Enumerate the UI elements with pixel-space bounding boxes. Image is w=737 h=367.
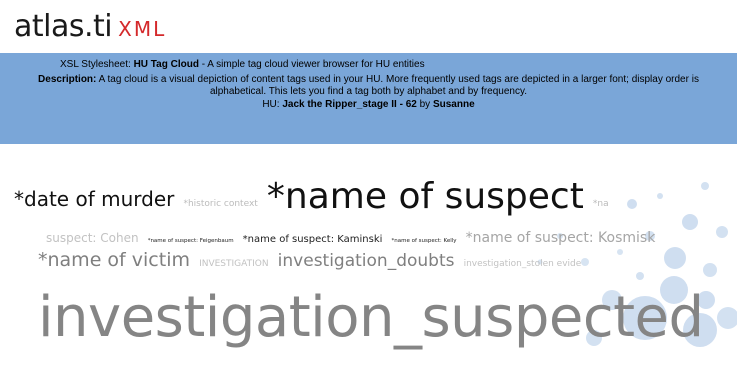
hu-line: HU: Jack the Ripper_stage II - 62 by Sus… xyxy=(0,99,737,112)
description-text: A tag cloud is a visual depiction of con… xyxy=(96,73,699,98)
hu-name: Jack the Ripper_stage II - 62 xyxy=(282,98,417,110)
bubble xyxy=(682,214,698,230)
xsl-stylesheet-line: XSL Stylesheet: HU Tag Cloud - A simple … xyxy=(0,59,737,72)
tag-suspect-cohen[interactable]: suspect: Cohen xyxy=(46,231,139,245)
bubble xyxy=(664,247,686,269)
bubble xyxy=(657,193,663,199)
tag-name-truncated[interactable]: *na xyxy=(593,199,609,209)
tag-suspect-feigenbaum[interactable]: *name of suspect: Feigenbaum xyxy=(148,238,234,244)
tag-cloud-line-1: *date of murder *historic context *name … xyxy=(14,174,613,217)
description-label: Description: xyxy=(38,73,97,85)
xsl-suffix: - A simple tag cloud viewer browser for … xyxy=(198,59,425,70)
tag-cloud-line-4: investigation_suspected xyxy=(38,285,708,350)
tag-name-of-victim[interactable]: *name of victim xyxy=(38,249,190,271)
bubble xyxy=(636,272,644,280)
tag-investigation-doubts[interactable]: investigation_doubts xyxy=(278,251,455,271)
bubble xyxy=(703,263,717,277)
atlasti-logo: atlas.ti XML xyxy=(14,12,166,46)
xsl-name: HU Tag Cloud xyxy=(133,59,199,70)
hu-prefix: HU: xyxy=(262,98,283,110)
header-banner: XSL Stylesheet: HU Tag Cloud - A simple … xyxy=(0,53,737,144)
tag-investigation-stolen-evidence[interactable]: investigation_stolen evide xyxy=(464,259,582,269)
tag-investigation[interactable]: INVESTIGATION xyxy=(199,259,269,269)
xsl-prefix: XSL Stylesheet: xyxy=(60,59,134,70)
tag-investigation-suspected[interactable]: investigation_suspected xyxy=(38,285,704,350)
tag-suspect-kelly[interactable]: *name of suspect: Kelly xyxy=(391,238,456,244)
tag-name-of-suspect[interactable]: *name of suspect xyxy=(267,176,584,217)
bubble xyxy=(701,182,709,190)
hu-author: Susanne xyxy=(432,98,475,110)
bubble xyxy=(716,226,728,238)
tag-cloud-line-3: *name of victim INVESTIGATION investigat… xyxy=(38,249,585,271)
tag-date-of-murder[interactable]: *date of murder xyxy=(14,187,174,211)
tag-suspect-kaminski[interactable]: *name of suspect: Kaminski xyxy=(243,234,383,245)
tag-historic-context[interactable]: *historic context xyxy=(183,199,257,209)
bubble xyxy=(617,249,623,255)
bubble xyxy=(627,199,637,209)
tag-suspect-kosmisk[interactable]: *name of suspect: Kosmisk xyxy=(466,230,656,246)
logo-xml-label: XML xyxy=(118,17,167,41)
logo-wordmark: atlas.ti xyxy=(14,9,113,44)
tag-cloud-line-2: suspect: Cohen *name of suspect: Feigenb… xyxy=(46,227,659,246)
hu-by: by xyxy=(416,98,433,110)
bubble xyxy=(717,307,737,329)
description: Description: A tag cloud is a visual dep… xyxy=(0,74,737,99)
